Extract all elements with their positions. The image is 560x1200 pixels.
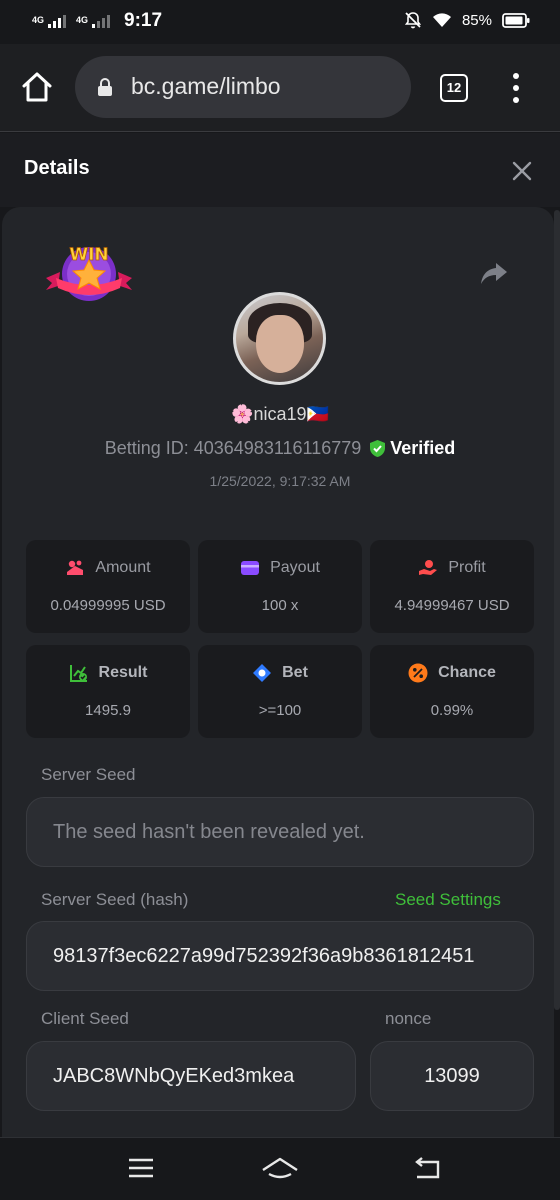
- betting-id: Betting ID: 40364983116116779: [104, 438, 362, 458]
- stat-label: Result: [98, 664, 148, 681]
- verified-badge: Verified: [369, 438, 455, 459]
- server-seed-field[interactable]: The seed hasn't been revealed yet.: [26, 797, 534, 867]
- network-type: 4G: [76, 14, 89, 25]
- nonce-field[interactable]: 13099: [370, 1041, 534, 1111]
- stat-amount: Amount 0.04999995 USD: [26, 540, 190, 633]
- stat-bet: Bet >=100: [198, 645, 362, 738]
- status-bar: 4G 4G 9:17 85%: [0, 0, 560, 44]
- battery-icon: [502, 12, 530, 28]
- details-header: Details: [0, 133, 560, 207]
- url-text: bc.game/limbo: [131, 73, 281, 99]
- server-hash-value: 98137f3ec6227a99d752392f36a9b8361812451: [53, 944, 475, 967]
- wallet-icon: [241, 561, 260, 575]
- tab-switcher-button[interactable]: 12: [440, 74, 468, 102]
- betting-id-row: Betting ID: 40364983116116779 Verified: [0, 438, 560, 459]
- address-bar[interactable]: bc.game/limbo: [75, 56, 411, 118]
- more-menu-icon[interactable]: [511, 73, 521, 103]
- close-icon[interactable]: [511, 160, 533, 182]
- server-seed-label: Server Seed: [41, 765, 136, 784]
- ticket-icon: [253, 664, 272, 682]
- stat-payout: Payout 100 x: [198, 540, 362, 633]
- stat-value: 100 x: [261, 597, 299, 614]
- client-seed-field[interactable]: JABC8WNbQyEKed3mkea: [26, 1041, 356, 1111]
- home-icon[interactable]: [20, 70, 54, 104]
- seed-settings-link[interactable]: Seed Settings: [395, 890, 501, 910]
- stat-value: 4.94999467 USD: [394, 597, 510, 614]
- wifi-icon: [432, 13, 451, 27]
- server-hash-label: Server Seed (hash): [41, 890, 189, 909]
- amount-icon: [67, 560, 84, 575]
- network-type: 4G: [32, 14, 45, 25]
- stat-value: >=100: [258, 702, 302, 719]
- stat-value: 1495.9: [85, 702, 131, 719]
- browser-toolbar: bc.game/limbo 12: [0, 44, 560, 132]
- share-icon[interactable]: [480, 260, 508, 286]
- menu-icon[interactable]: [127, 1156, 155, 1180]
- chart-check-icon: [69, 665, 87, 682]
- client-seed-label: Client Seed: [41, 1009, 129, 1028]
- system-nav-bar: [0, 1137, 560, 1200]
- stat-label: Chance: [438, 664, 496, 681]
- nonce-label: nonce: [385, 1009, 432, 1028]
- bet-timestamp: 1/25/2022, 9:17:32 AM: [209, 473, 351, 489]
- signal-icon: 4G: [32, 14, 67, 28]
- back-icon[interactable]: [413, 1156, 441, 1182]
- home-nav-icon[interactable]: [261, 1156, 299, 1182]
- stat-profit: Profit 4.94999467 USD: [370, 540, 534, 633]
- clock: 9:17: [124, 10, 163, 31]
- stat-chance: Chance 0.99%: [370, 645, 534, 738]
- server-hash-field[interactable]: 98137f3ec6227a99d752392f36a9b8361812451: [26, 921, 534, 991]
- scrollbar[interactable]: [554, 210, 560, 1010]
- battery-percent: 85%: [461, 11, 492, 29]
- shield-check-icon: [370, 440, 386, 457]
- hand-coin-icon: [419, 560, 438, 575]
- percent-icon: [408, 663, 428, 683]
- win-badge-icon: WIN: [46, 245, 132, 301]
- server-seed-value: The seed hasn't been revealed yet.: [53, 820, 365, 843]
- stat-label: Bet: [282, 664, 308, 681]
- stat-label: Amount: [95, 559, 151, 576]
- username[interactable]: 🌸nica19🇵🇭: [0, 404, 560, 425]
- stat-value: 0.99%: [430, 702, 474, 719]
- client-seed-value: JABC8WNbQyEKed3mkea: [53, 1064, 295, 1087]
- page-title: Details: [24, 157, 90, 179]
- nonce-value: 13099: [424, 1064, 480, 1087]
- badge-text: WIN: [69, 245, 108, 265]
- avatar[interactable]: [233, 292, 326, 385]
- stat-label: Profit: [448, 559, 486, 576]
- stat-value: 0.04999995 USD: [50, 597, 166, 614]
- mute-bell-icon: [404, 12, 422, 29]
- verified-label: Verified: [390, 438, 456, 458]
- lock-icon: [98, 78, 112, 96]
- signal-icon: 4G: [76, 14, 111, 28]
- stat-label: Payout: [270, 559, 320, 576]
- stat-result: Result 1495.9: [26, 645, 190, 738]
